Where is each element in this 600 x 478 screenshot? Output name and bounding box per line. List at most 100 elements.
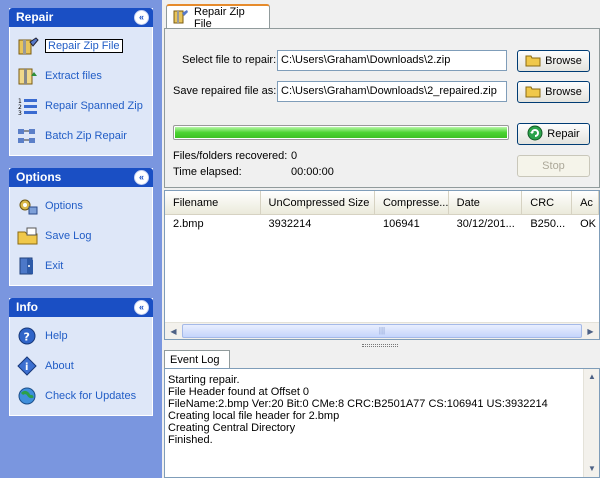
horizontal-scrollbar[interactable]: ◀ ||| ▶ (165, 322, 599, 339)
browse-source-button[interactable]: Browse (517, 50, 590, 72)
save-log-icon (16, 225, 40, 247)
sidebar-item-label: Repair Zip File (45, 39, 123, 53)
column-header-uncompressed-size[interactable]: UnCompressed Size (261, 191, 375, 214)
sidebar-item-label: About (45, 360, 74, 372)
select-file-label: Select file to repair: (182, 54, 277, 66)
event-log-lines: Starting repair. File Header found at Off… (165, 369, 599, 446)
browse-label: Browse (545, 55, 582, 67)
folder-icon (525, 84, 541, 101)
sidebar-item-help[interactable]: ? Help (16, 321, 152, 351)
log-line: Creating Central Directory (168, 422, 296, 434)
panel-splitter[interactable] (362, 344, 398, 347)
sidebar-item-label: Save Log (45, 230, 92, 242)
tab-event-log[interactable]: Event Log (164, 350, 230, 369)
sidebar-item-repair-zip[interactable]: Repair Zip File (16, 31, 152, 61)
log-line: Finished. (168, 434, 213, 446)
sidebar-item-label: Exit (45, 260, 64, 272)
sidebar-item-label: Batch Zip Repair (45, 130, 127, 142)
repair-button[interactable]: Repair (517, 123, 590, 145)
select-file-input[interactable]: C:\Users\Graham\Downloads\2.zip (277, 50, 507, 71)
stop-label: Stop (542, 160, 565, 172)
save-file-label: Save repaired file as: (173, 85, 277, 97)
sidebar-item-about[interactable]: i About (16, 351, 152, 381)
browse-destination-button[interactable]: Browse (517, 81, 590, 103)
collapse-chevron-icon[interactable]: « (134, 300, 149, 315)
sidebar-item-save-log[interactable]: Save Log (16, 221, 152, 251)
column-header-compressed-size[interactable]: Compresse... (375, 191, 449, 214)
event-log-box: Starting repair. File Header found at Off… (164, 368, 600, 478)
sidebar-item-extract-files[interactable]: Extract files (16, 61, 152, 91)
folder-icon (525, 53, 541, 70)
updates-icon (16, 385, 40, 407)
browse-label: Browse (545, 86, 582, 98)
sidebar-item-exit[interactable]: Exit (16, 251, 152, 281)
svg-text:?: ? (24, 331, 30, 344)
sidebar-item-repair-spanned-zip[interactable]: 123 Repair Spanned Zip (16, 91, 152, 121)
zip-repair-icon (173, 8, 189, 27)
panel-title: Info (16, 300, 38, 314)
cell-filename: 2.bmp (173, 218, 204, 230)
log-line: File Header found at Offset 0 (168, 386, 310, 398)
cell-crc: B250... (530, 218, 566, 230)
extract-files-icon (16, 65, 40, 87)
scroll-right-icon[interactable]: ▶ (583, 324, 598, 339)
column-header-filename[interactable]: Filename (165, 191, 261, 214)
main-area: Repair Zip File Select file to repair: C… (162, 0, 600, 478)
about-icon: i (16, 355, 40, 377)
sidebar-item-options[interactable]: Options (16, 191, 152, 221)
log-line: FileName:2.bmp Ver:20 Bit:0 CMe:8 CRC:B2… (168, 398, 548, 410)
sidebar-item-batch-zip-repair[interactable]: Batch Zip Repair (16, 121, 152, 151)
tab-label: Repair Zip File (194, 5, 245, 30)
sidebar-item-label: Help (45, 330, 68, 342)
panel-title: Options (16, 170, 62, 184)
repair-label: Repair (547, 128, 580, 140)
sidebar-item-check-updates[interactable]: Check for Updates (16, 381, 152, 411)
svg-text:3: 3 (18, 110, 22, 116)
cell-action: OK (580, 218, 596, 230)
column-header-date[interactable]: Date (449, 191, 523, 214)
panel-header-repair[interactable]: Repair « (9, 8, 153, 27)
cell-date: 30/12/201... (456, 218, 515, 230)
sidebar-item-label: Options (45, 200, 83, 212)
table-header: Filename UnCompressed Size Compresse... … (165, 191, 599, 215)
scroll-left-icon[interactable]: ◀ (166, 324, 181, 339)
panel-info: Info « ? Help i About Check for Updates (9, 298, 153, 416)
cell-uncompressed-size: 3932214 (268, 218, 312, 230)
zip-repair-icon (16, 35, 40, 57)
progress-fill (175, 127, 507, 138)
scroll-down-icon[interactable]: ▼ (585, 462, 599, 476)
panel-options: Options « Options Save Log Exit (9, 168, 153, 286)
sidebar: Repair « Repair Zip File Extract files 1… (0, 0, 162, 478)
panel-header-options[interactable]: Options « (9, 168, 153, 187)
panel-title: Repair (16, 10, 54, 24)
spanned-zip-icon: 123 (16, 95, 40, 117)
stop-button[interactable]: Stop (517, 155, 590, 177)
sidebar-item-label: Check for Updates (45, 390, 137, 402)
sidebar-item-label: Extract files (45, 70, 102, 82)
scroll-up-icon[interactable]: ▲ (585, 370, 599, 384)
repair-panel: Select file to repair: C:\Users\Graham\D… (164, 28, 600, 188)
svg-text:i: i (25, 362, 28, 373)
cell-compressed-size: 106941 (383, 218, 420, 230)
scroll-thumb[interactable]: ||| (182, 324, 582, 338)
batch-repair-icon (16, 125, 40, 147)
column-header-action[interactable]: Ac (572, 191, 599, 214)
vertical-scrollbar[interactable]: ▲ ▼ (583, 369, 599, 477)
tab-repair-zip-file[interactable]: Repair Zip File (166, 4, 270, 30)
collapse-chevron-icon[interactable]: « (134, 10, 149, 25)
sidebar-item-label: Repair Spanned Zip (45, 100, 143, 112)
panel-header-info[interactable]: Info « (9, 298, 153, 317)
help-icon: ? (16, 325, 40, 347)
refresh-icon (527, 125, 543, 144)
log-line: Starting repair. (168, 374, 240, 386)
repair-progress-bar (173, 125, 509, 140)
column-header-crc[interactable]: CRC (522, 191, 573, 214)
recovered-value: 0 (291, 150, 298, 162)
table-row[interactable]: 2.bmp 3932214 106941 30/12/201... B250..… (165, 215, 599, 233)
panel-repair: Repair « Repair Zip File Extract files 1… (9, 8, 153, 156)
elapsed-value: 00:00:00 (291, 166, 334, 178)
save-file-input[interactable]: C:\Users\Graham\Downloads\2_repaired.zip (277, 81, 507, 102)
collapse-chevron-icon[interactable]: « (134, 170, 149, 185)
options-icon (16, 195, 40, 217)
elapsed-label: Time elapsed: (173, 166, 242, 178)
